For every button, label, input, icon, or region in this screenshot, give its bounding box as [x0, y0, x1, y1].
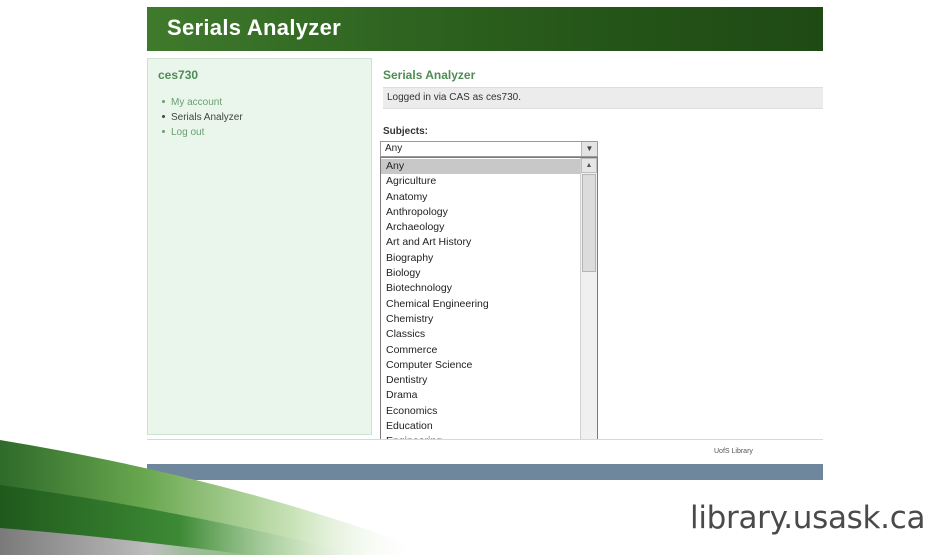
subjects-label: Subjects: [383, 126, 429, 137]
sidebar-item-log-out[interactable]: Log out [162, 126, 243, 141]
header-banner: Serials Analyzer [147, 7, 823, 51]
subjects-option[interactable]: Economics [381, 404, 581, 419]
sidebar-username: ces730 [158, 68, 199, 82]
slide-page: Serials Analyzer ces730 My account Seria… [0, 0, 948, 555]
subjects-select-value: Any [385, 143, 403, 154]
subjects-option[interactable]: Agriculture [381, 174, 581, 189]
subjects-dropdown-list: Any Agriculture Anatomy Anthropology Archaeo… [380, 157, 598, 475]
app-window: Serials Analyzer ces730 My account Seria… [147, 7, 823, 480]
subjects-option[interactable]: Chemistry [381, 312, 581, 327]
sidebar: ces730 My account Serials Analyzer Log o… [147, 58, 372, 435]
subjects-option[interactable]: Computer Science [381, 358, 581, 373]
login-status-bar: Logged in via CAS as ces730. [383, 87, 823, 109]
subjects-option[interactable]: Commerce [381, 343, 581, 358]
subjects-options: Any Agriculture Anatomy Anthropology Archaeo… [381, 159, 581, 465]
sidebar-item-serials-analyzer[interactable]: Serials Analyzer [162, 111, 243, 126]
dropdown-scrollbar[interactable]: ▲ ▼ [580, 158, 597, 474]
subjects-option[interactable]: Drama [381, 388, 581, 403]
subjects-option[interactable]: Biography [381, 251, 581, 266]
bullet-icon [162, 129, 165, 133]
scroll-up-icon[interactable]: ▲ [581, 158, 597, 173]
bullet-icon [162, 99, 165, 103]
login-status-text: Logged in via CAS as ces730. [387, 92, 521, 103]
subjects-option[interactable]: Chemical Engineering [381, 297, 581, 312]
subjects-option[interactable]: Art and Art History [381, 235, 581, 250]
subjects-select[interactable]: Any ▼ [380, 141, 598, 157]
sidebar-item-label: Log out [171, 127, 205, 138]
green-swoosh-decoration [0, 440, 420, 555]
app-title: Serials Analyzer [167, 15, 341, 40]
subjects-option[interactable]: Anatomy [381, 190, 581, 205]
chevron-down-icon[interactable]: ▼ [581, 142, 597, 156]
subjects-option[interactable]: Dentistry [381, 373, 581, 388]
page-title: Serials Analyzer [383, 68, 476, 82]
sidebar-item-label: Serials Analyzer [171, 112, 243, 123]
subjects-option[interactable]: Classics [381, 327, 581, 342]
subjects-option[interactable]: Anthropology [381, 205, 581, 220]
sidebar-menu: My account Serials Analyzer Log out [162, 96, 243, 141]
subjects-option[interactable]: Any [381, 159, 581, 175]
bullet-icon [162, 114, 165, 118]
sidebar-item-my-account[interactable]: My account [162, 96, 243, 111]
sidebar-item-label: My account [171, 97, 223, 108]
subjects-option[interactable]: Archaeology [381, 220, 581, 235]
subjects-option[interactable]: Biotechnology [381, 281, 581, 296]
subjects-option[interactable]: Biology [381, 266, 581, 281]
site-url: library.usask.ca [690, 500, 926, 536]
scrollbar-thumb[interactable] [582, 174, 596, 272]
